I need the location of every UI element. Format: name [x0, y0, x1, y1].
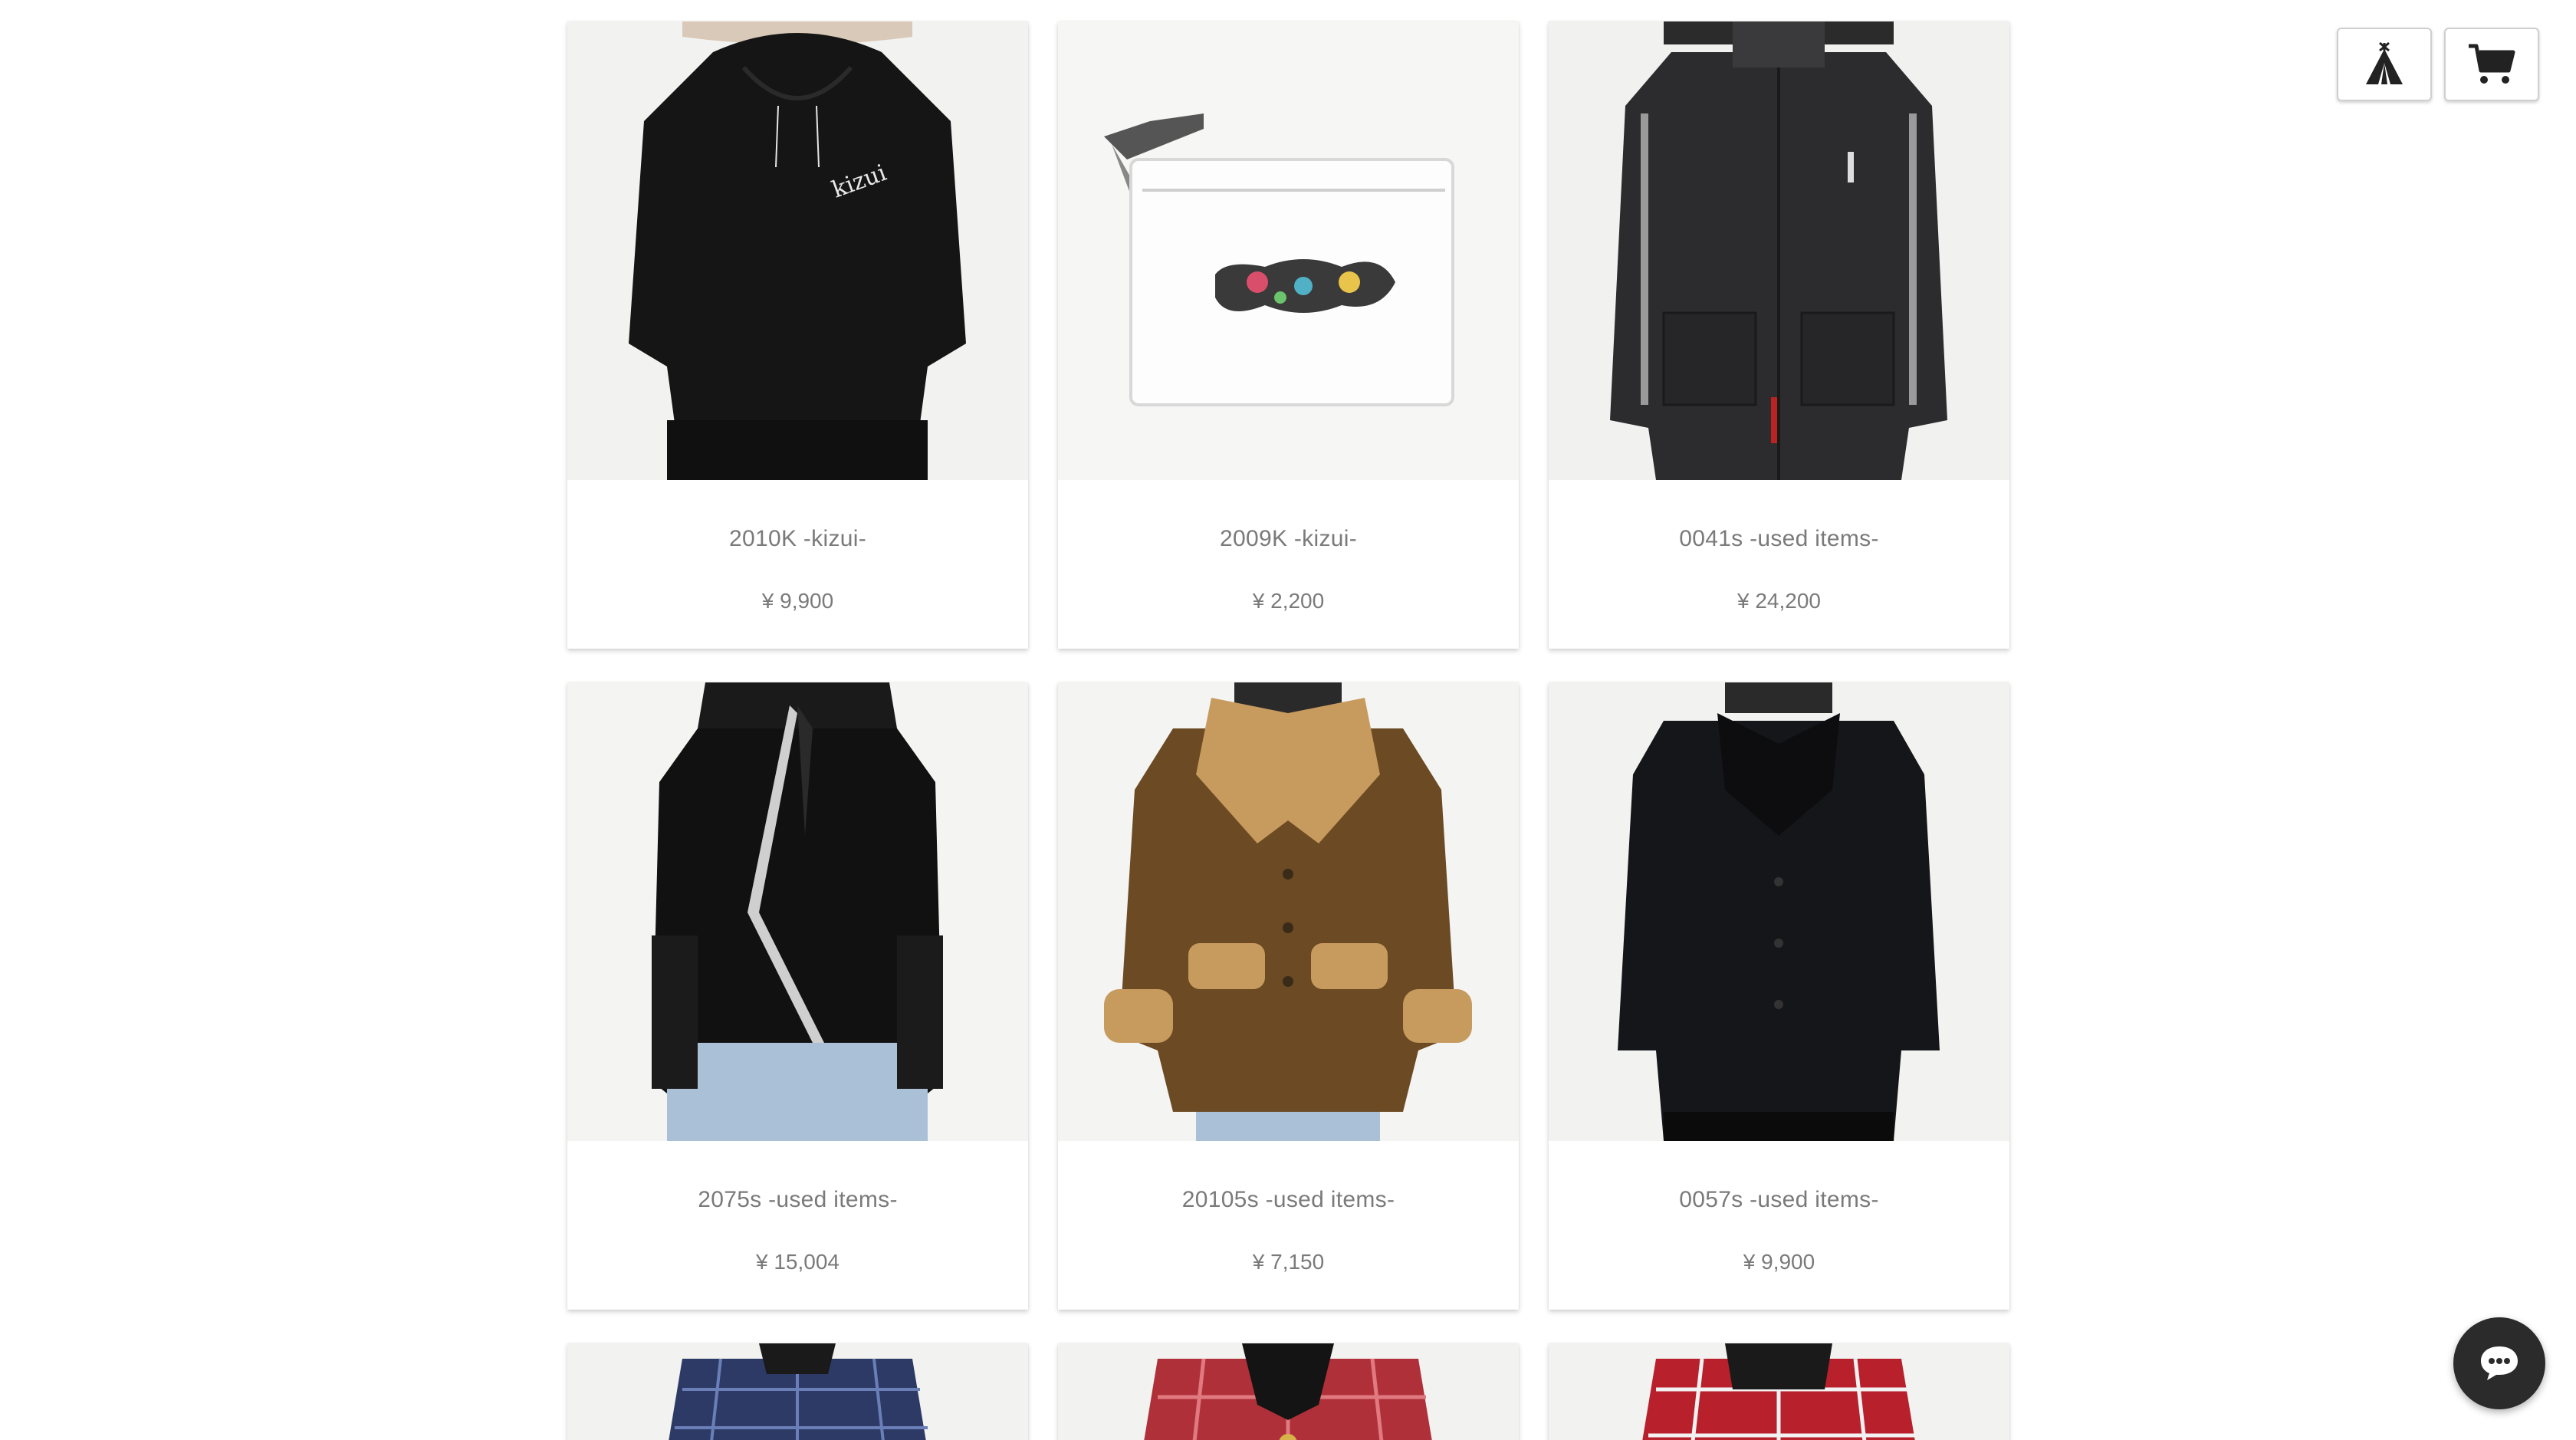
- cart-icon: [2469, 44, 2515, 84]
- product-card[interactable]: [567, 1343, 1028, 1440]
- product-image[interactable]: [1058, 682, 1519, 1141]
- page: kizui 2010K -kizui- ¥ 9,900 2009K -kizui…: [0, 0, 2576, 1440]
- cart-button[interactable]: [2444, 28, 2539, 101]
- product-card[interactable]: kizui 2010K -kizui- ¥ 9,900: [567, 21, 1028, 649]
- product-price: ¥ 2,200: [1252, 589, 1325, 613]
- product-title[interactable]: 0057s -used items-: [1549, 1187, 2009, 1213]
- product-title[interactable]: 0041s -used items-: [1549, 526, 2009, 552]
- product-image[interactable]: [1549, 682, 2009, 1141]
- product-image[interactable]: [1549, 21, 2009, 480]
- product-price: ¥ 7,150: [1252, 1250, 1325, 1274]
- product-title[interactable]: 2009K -kizui-: [1058, 526, 1519, 552]
- tent-icon: [2366, 41, 2403, 84]
- product-card[interactable]: 2009K -kizui- ¥ 2,200: [1058, 21, 1519, 649]
- product-image[interactable]: kizui: [567, 21, 1028, 480]
- product-card[interactable]: [1058, 1343, 1519, 1440]
- product-price: ¥ 15,004: [756, 1250, 840, 1274]
- product-title[interactable]: 2075s -used items-: [567, 1187, 1028, 1213]
- product-price: ¥ 9,900: [1743, 1250, 1815, 1274]
- product-price: ¥ 9,900: [761, 589, 834, 613]
- product-image[interactable]: [567, 682, 1028, 1141]
- chat-button[interactable]: [2453, 1317, 2545, 1409]
- product-image[interactable]: [1058, 1343, 1519, 1440]
- product-image[interactable]: [1058, 21, 1519, 480]
- product-card[interactable]: 2075s -used items- ¥ 15,004: [567, 682, 1028, 1310]
- product-card[interactable]: 20105s -used items- ¥ 7,150: [1058, 682, 1519, 1310]
- product-title[interactable]: 2010K -kizui-: [567, 526, 1028, 552]
- product-card[interactable]: 0041s -used items- ¥ 24,200: [1549, 21, 2009, 649]
- home-button[interactable]: [2337, 28, 2432, 101]
- product-title[interactable]: 20105s -used items-: [1058, 1187, 1519, 1213]
- product-price: ¥ 24,200: [1737, 589, 1821, 613]
- product-card[interactable]: 0057s -used items- ¥ 9,900: [1549, 682, 2009, 1310]
- chat-bubble-icon: [2481, 1346, 2518, 1380]
- product-card[interactable]: [1549, 1343, 2009, 1440]
- product-image[interactable]: [1549, 1343, 2009, 1440]
- product-image[interactable]: [567, 1343, 1028, 1440]
